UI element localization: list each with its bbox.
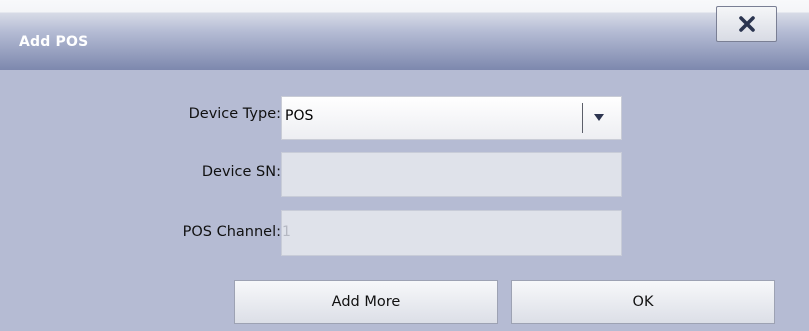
select-separator [582, 103, 583, 133]
add-more-button[interactable]: Add More [234, 280, 498, 324]
add-pos-dialog: Add POS Device Type: POS Device SN: POS … [0, 0, 809, 331]
close-x-icon [738, 16, 755, 32]
device-sn-label: Device SN: [201, 164, 281, 180]
device-sn-input[interactable] [281, 152, 622, 197]
ok-button[interactable]: OK [511, 280, 775, 324]
pos-channel-input[interactable]: 1 [281, 210, 622, 256]
pos-channel-value: 1 [282, 224, 291, 240]
close-button[interactable] [716, 6, 777, 42]
device-type-select[interactable]: POS [281, 96, 622, 140]
pos-channel-label: POS Channel: [182, 224, 281, 240]
device-type-label: Device Type: [188, 106, 281, 122]
triangle-down-icon[interactable] [593, 113, 605, 123]
dialog-title: Add POS [19, 34, 89, 50]
dialog-titlebar: Add POS [0, 0, 809, 70]
device-type-value: POS [285, 108, 314, 124]
